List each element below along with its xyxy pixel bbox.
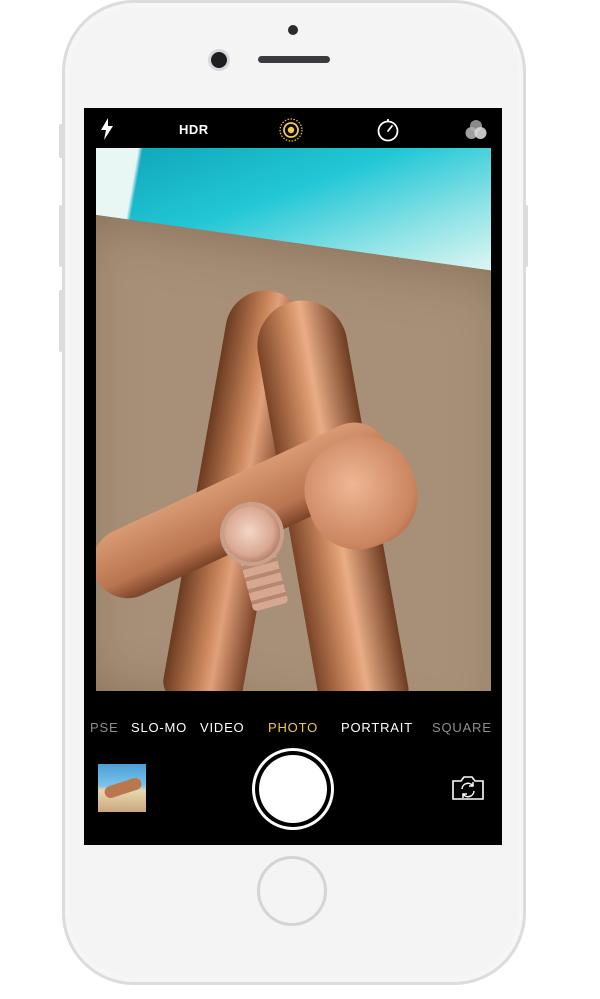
viewfinder-photo[interactable] xyxy=(96,148,491,691)
shutter-button[interactable] xyxy=(259,755,327,823)
camera-screen: HDR PSE SLO-MO VIDEO PHOTO PORTRAIT SQUA… xyxy=(84,108,502,845)
home-button[interactable] xyxy=(257,856,327,926)
volume-up-button xyxy=(59,205,63,267)
mode-square[interactable]: SQUARE xyxy=(432,720,492,735)
proximity-sensor xyxy=(288,25,298,35)
volume-down-button xyxy=(59,290,63,352)
mode-portrait[interactable]: PORTRAIT xyxy=(341,720,413,735)
mode-photo[interactable]: PHOTO xyxy=(268,720,318,735)
power-button xyxy=(524,205,528,267)
last-photo-thumbnail[interactable] xyxy=(98,764,146,812)
camera-mode-selector[interactable]: PSE SLO-MO VIDEO PHOTO PORTRAIT SQUARE xyxy=(84,720,502,740)
front-camera-icon xyxy=(211,52,227,68)
thumbnail-image xyxy=(103,776,143,800)
wrist-watch xyxy=(224,506,280,562)
timer-icon[interactable] xyxy=(376,118,400,142)
hdr-toggle[interactable]: HDR xyxy=(179,122,209,137)
flash-bolt-icon[interactable] xyxy=(99,118,115,140)
live-photo-icon[interactable] xyxy=(279,118,303,142)
filters-icon[interactable] xyxy=(464,119,488,141)
earpiece-speaker xyxy=(258,56,330,63)
mode-slo-mo[interactable]: SLO-MO xyxy=(131,720,187,735)
camera-top-bar: HDR xyxy=(84,108,502,148)
mode-timelapse[interactable]: PSE xyxy=(90,720,118,735)
mode-video[interactable]: VIDEO xyxy=(200,720,244,735)
switch-camera-icon[interactable] xyxy=(451,775,485,801)
mute-switch xyxy=(59,124,63,158)
